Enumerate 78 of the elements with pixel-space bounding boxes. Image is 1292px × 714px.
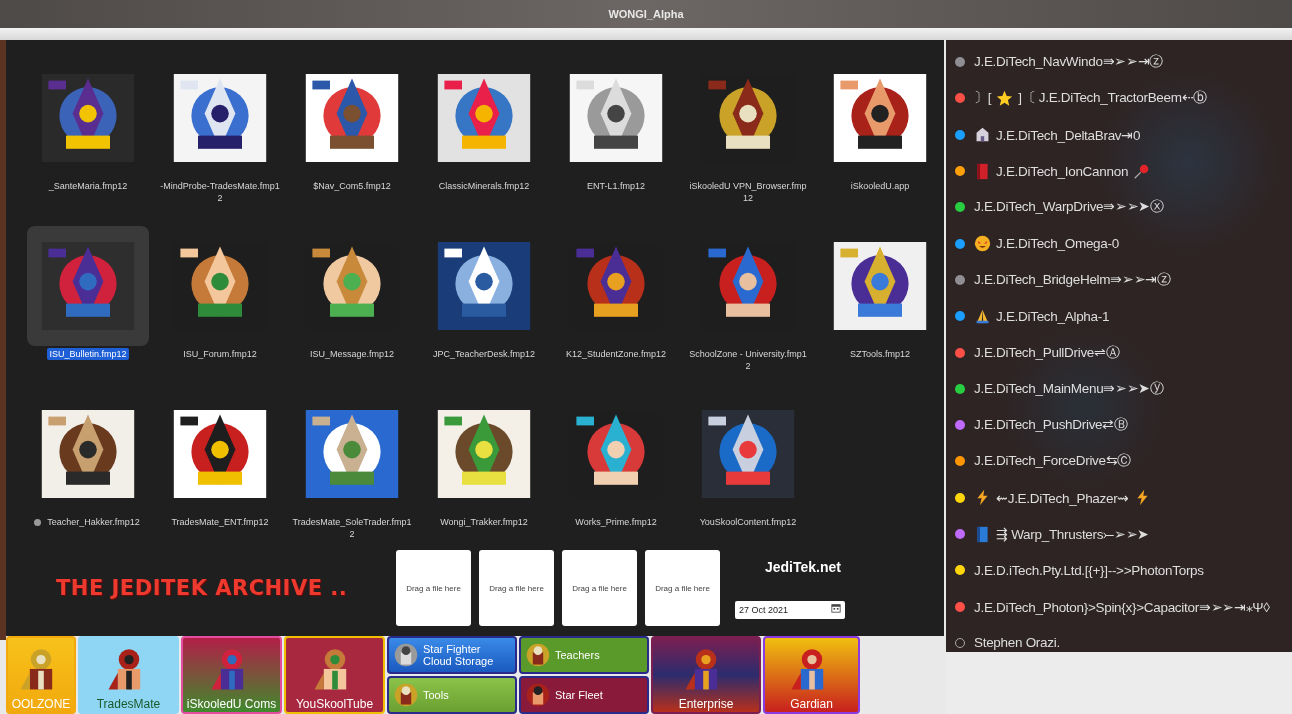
item-label: ⇶ Warp_Thrusters⤚➢➢➤	[996, 525, 1150, 543]
sidebar-item[interactable]: J.E.DiTech_Photon}>Spin{x}>Capacitor⇛➢➢⇥⁎Ψ◊	[946, 588, 1292, 625]
sidebar-item[interactable]: J.E.DiTech_PullDrive⇌Ⓐ	[946, 334, 1292, 371]
file-name[interactable]: TradesMate_SoleTrader.fmp12	[289, 516, 415, 540]
date-field[interactable]: 27 Oct 2021	[735, 601, 845, 619]
calendar-icon[interactable]	[831, 603, 841, 613]
file-name[interactable]: ISU_Message.fmp12	[307, 348, 396, 360]
file-name[interactable]: -MindProbe-TradesMate.fmp12	[157, 180, 283, 204]
file-name[interactable]: Teacher_Hakker.fmp12	[45, 516, 142, 528]
sidebar-item[interactable]: 〕[ ]〔 J.E.DiTech_TractorBeem⇠ⓑ	[946, 80, 1292, 117]
sidebar-item[interactable]: J.E.DiTech_WarpDrive⇛➢➢➤ⓧ	[946, 189, 1292, 226]
window-title: WONGI_Alpha	[608, 8, 684, 20]
smiley-icon	[974, 235, 991, 253]
app-tile[interactable]: Star Fleet	[519, 676, 649, 714]
sidebar-item[interactable]: J.E.DiTech_Omega-0	[946, 225, 1292, 262]
item-label: J.E.DiTech_Alpha-1	[996, 308, 1110, 324]
star-icon	[996, 89, 1014, 107]
file-name[interactable]: iSkooledU.app	[848, 180, 912, 192]
item-label: J.E.DiTech_WarpDrive⇛➢➢➤ⓧ	[974, 198, 1164, 217]
sidebar-item[interactable]: J.E.DiTech_NavWindo⇛➢➢⇥ⓩ	[946, 44, 1292, 81]
sidebar-item[interactable]: ⇶ Warp_Thrusters⤚➢➢➤	[946, 515, 1292, 553]
file-thumbnail[interactable]	[27, 226, 149, 346]
item-label: J.E.DiTech_BridgeHelm⇛➢➢⇥ⓩ	[974, 270, 1171, 289]
item-label: J.E.DiTech_DeltaBrav⇥0	[996, 126, 1141, 143]
item-prefix: 〕[	[974, 89, 992, 108]
app-tile[interactable]: TradesMate	[78, 636, 179, 714]
item-label: J.E.DiTech_Omega-0	[996, 236, 1119, 252]
item-label: J.E.DiTech_IonCannon	[996, 163, 1129, 179]
book-icon	[974, 162, 991, 180]
drop-zone[interactable]: Drag a file here	[396, 550, 471, 626]
file-name[interactable]: Works_Prime.fmp12	[573, 516, 659, 528]
app-tile[interactable]: Enterprise	[651, 636, 761, 714]
sidebar-item[interactable]: J.E.D.iTech.Pty.Ltd.[{+}]-->>PhotonTorps	[946, 552, 1292, 589]
item-label: ]〔 J.E.DiTech_TractorBeem⇠ⓑ	[1018, 89, 1208, 108]
item-label: J.E.DiTech_PullDrive⇌Ⓐ	[974, 343, 1120, 362]
drop-zone[interactable]: Drag a file here	[562, 550, 637, 626]
file-name[interactable]: YouSkoolContent.fmp12	[697, 516, 799, 528]
sidebar-item[interactable]: Stephen Orazi.	[946, 624, 1292, 662]
book-icon	[974, 525, 991, 543]
sidebar-item[interactable]: ⇜J.E.DiTech_Phazer⇝	[946, 479, 1292, 516]
app-tile[interactable]: Gardian	[763, 636, 860, 714]
item-label: ⇜J.E.DiTech_Phazer⇝	[996, 489, 1130, 506]
app-tile[interactable]: YouSkoolTube	[284, 636, 385, 714]
item-label: J.E.DiTech_ForceDrive⇆Ⓒ	[974, 452, 1132, 471]
sidebar-item[interactable]: J.E.DiTech_MainMenu⇛➢➢➤ⓨ	[946, 370, 1292, 407]
app-tile[interactable]: iSkooledU Coms	[181, 636, 282, 714]
sidebar-item[interactable]: J.E.DiTech_ForceDrive⇆Ⓒ	[946, 443, 1292, 480]
file-name[interactable]: ClassicMinerals.fmp12	[436, 180, 532, 192]
sidebar-item[interactable]: J.E.DiTech_BridgeHelm⇛➢➢⇥ⓩ	[946, 261, 1292, 299]
chapel-icon	[974, 126, 991, 144]
drop-zone[interactable]: Drag a file here	[479, 550, 554, 626]
sidebar-item[interactable]: J.E.DiTech_DeltaBrav⇥0	[946, 116, 1292, 153]
file-name[interactable]: ISU_Forum.fmp12	[181, 348, 259, 360]
sidebar-item[interactable]: J.E.DiTech_IonCannon	[946, 152, 1292, 190]
file-name[interactable]: SZTools.fmp12	[848, 348, 912, 360]
file-name[interactable]: iSkooledU VPN_Browser.fmp12	[685, 180, 811, 204]
file-name[interactable]: TradesMate_ENT.fmp12	[169, 516, 271, 528]
pin-icon	[1133, 162, 1151, 180]
file-name[interactable]: _SanteMaria.fmp12	[46, 180, 130, 192]
item-label: J.E.DiTech_MainMenu⇛➢➢➤ⓨ	[974, 379, 1164, 398]
sidebar-item[interactable]: J.E.DiTech_Alpha-1	[946, 298, 1292, 335]
file-name[interactable]: $Nav_Com5.fmp12	[311, 180, 393, 192]
item-label: J.E.D.iTech.Pty.Ltd.[{+}]-->>PhotonTorps	[974, 562, 1204, 578]
file-name[interactable]: K12_StudentZone.fmp12	[563, 348, 669, 360]
file-name[interactable]: Wongi_Trakker.fmp12	[438, 516, 530, 528]
archive-title: THE JEDITEK ARCHIVE ..	[56, 576, 349, 600]
file-name[interactable]: SchoolZone - University.fmp12	[685, 348, 811, 372]
sidebar-item[interactable]: J.E.DiTech_PushDrive⇄Ⓑ	[946, 406, 1292, 444]
item-label: J.E.DiTech_Photon}>Spin{x}>Capacitor⇛➢➢⇥⁎Ψ◊	[974, 598, 1270, 615]
item-label: J.E.DiTech_PushDrive⇄Ⓑ	[974, 416, 1128, 435]
file-name[interactable]: JPC_TeacherDesk.fmp12	[430, 348, 537, 360]
site-name: JediTek.net	[765, 559, 841, 575]
item-label: J.E.DiTech_NavWindo⇛➢➢⇥ⓩ	[974, 53, 1164, 72]
item-label: Stephen Orazi.	[974, 635, 1060, 651]
file-name[interactable]: ISU_Bulletin.fmp12	[47, 348, 129, 360]
drop-zone[interactable]: Drag a file here	[645, 550, 720, 626]
app-tile[interactable]: Star Fighter Cloud Storage	[387, 636, 517, 674]
file-name[interactable]: ENT-L1.fmp12	[585, 180, 647, 192]
